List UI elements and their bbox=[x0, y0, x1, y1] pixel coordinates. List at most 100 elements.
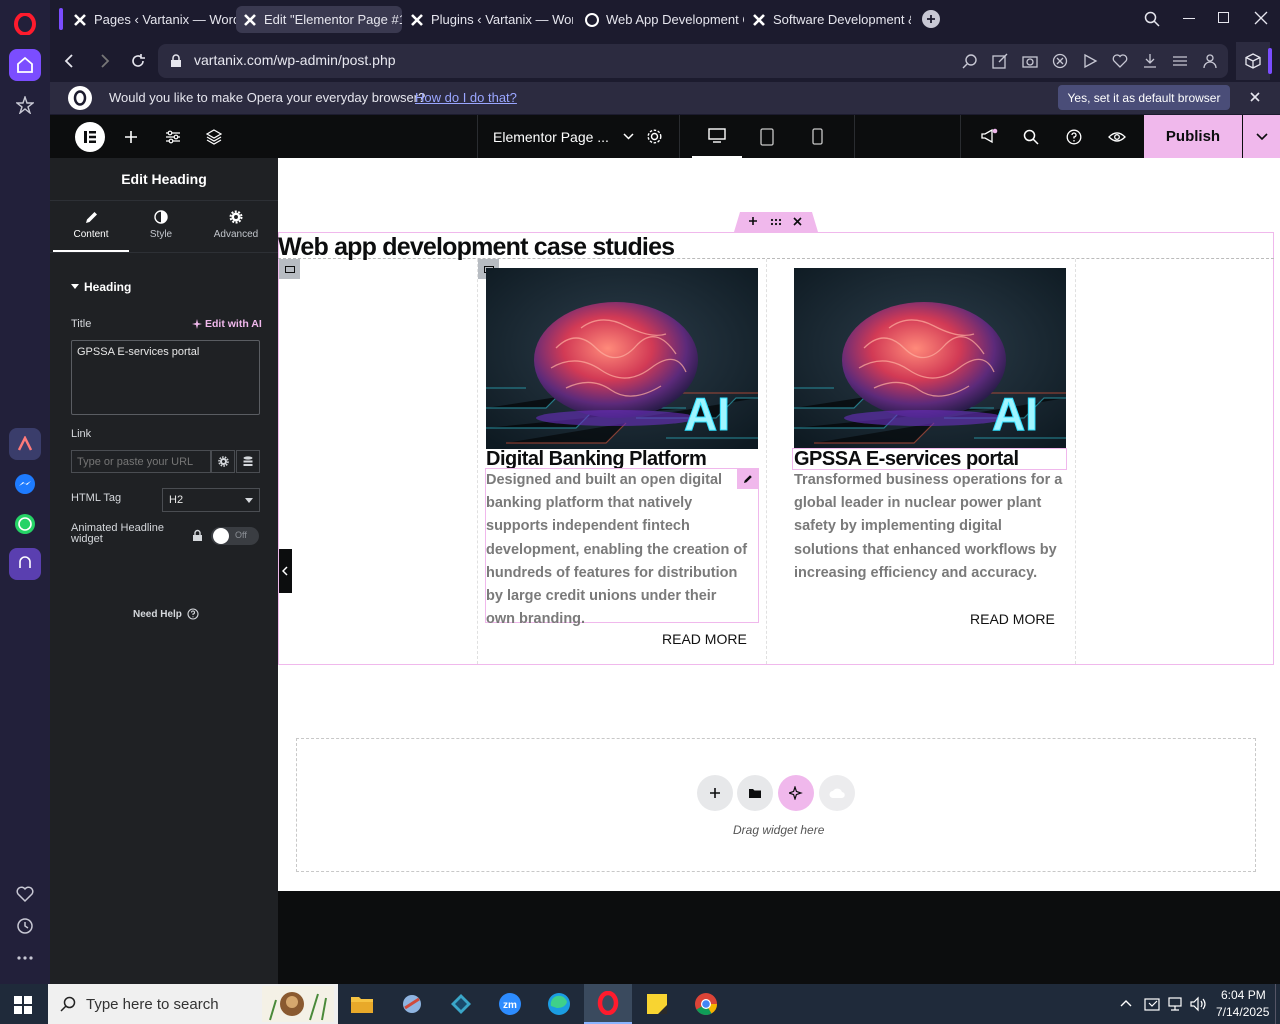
preview-eye-icon[interactable] bbox=[1106, 115, 1128, 158]
read-more-link[interactable]: READ MORE bbox=[662, 631, 747, 647]
address-search-icon[interactable] bbox=[962, 53, 978, 69]
help-question-icon[interactable] bbox=[1063, 115, 1085, 158]
messenger-icon[interactable] bbox=[9, 468, 41, 500]
add-element-icon[interactable] bbox=[120, 115, 142, 158]
tab-content[interactable]: Content bbox=[53, 208, 129, 252]
tray-app-icon[interactable] bbox=[1144, 996, 1160, 1012]
notifications-megaphone-icon[interactable] bbox=[978, 115, 1000, 158]
page-settings-gear-icon[interactable] bbox=[642, 115, 666, 158]
add-new-section-button[interactable] bbox=[697, 775, 733, 811]
profile-icon[interactable] bbox=[1202, 53, 1218, 69]
animated-headline-toggle[interactable]: Off bbox=[211, 527, 259, 545]
show-hidden-icons-chevron-icon[interactable] bbox=[1120, 999, 1132, 1007]
easy-setup-icon[interactable] bbox=[1172, 53, 1188, 69]
clock-date[interactable]: 7/14/2025 bbox=[1216, 1005, 1269, 1019]
adblock-icon[interactable] bbox=[1052, 53, 1068, 69]
play-icon[interactable] bbox=[1082, 53, 1098, 69]
extensions-icon[interactable] bbox=[1236, 42, 1270, 80]
clock-time[interactable]: 6:04 PM bbox=[1221, 988, 1266, 1002]
need-help-link[interactable]: Need Help bbox=[133, 608, 199, 620]
restore-button[interactable] bbox=[1218, 12, 1229, 23]
finder-search-icon[interactable] bbox=[1020, 115, 1042, 158]
show-desktop-button[interactable] bbox=[1275, 984, 1276, 1024]
add-section-icon[interactable] bbox=[748, 216, 758, 226]
tab-style[interactable]: Style bbox=[123, 208, 199, 252]
delete-section-icon[interactable] bbox=[793, 217, 802, 226]
taskbar-search-box[interactable]: Type here to search bbox=[48, 984, 338, 1024]
close-window-button[interactable] bbox=[1254, 11, 1268, 25]
heart-icon[interactable] bbox=[9, 878, 41, 910]
whatsapp-icon[interactable] bbox=[9, 508, 41, 540]
card-description: Designed and built an open digital banki… bbox=[486, 472, 748, 628]
prompt-help-link[interactable]: How do I do that? bbox=[415, 90, 517, 105]
set-default-button[interactable]: Yes, set it as default browser bbox=[1058, 85, 1230, 110]
link-url-input[interactable] bbox=[71, 450, 211, 473]
add-template-folder-icon[interactable] bbox=[737, 775, 773, 811]
app-diamond-icon[interactable] bbox=[437, 984, 485, 1024]
bookmark-heart-icon[interactable] bbox=[1112, 53, 1128, 69]
home-icon[interactable] bbox=[9, 49, 41, 81]
more-icon[interactable] bbox=[9, 942, 41, 974]
html-tag-label: HTML Tag bbox=[71, 492, 122, 504]
ai-generate-sparkle-icon[interactable] bbox=[778, 775, 814, 811]
cloud-templates-icon[interactable] bbox=[819, 775, 855, 811]
title-textarea[interactable]: GPSSA E-services portal bbox=[71, 340, 260, 415]
edge-browser-icon[interactable] bbox=[535, 984, 583, 1024]
tab-edit-elementor[interactable]: Edit "Elementor Page #10( bbox=[236, 6, 402, 33]
camera-icon[interactable] bbox=[1022, 53, 1038, 69]
elementor-logo-icon[interactable] bbox=[75, 122, 105, 152]
sticky-notes-icon[interactable] bbox=[633, 984, 681, 1024]
column-handle-icon[interactable] bbox=[279, 259, 300, 279]
music-player-icon[interactable] bbox=[9, 548, 41, 580]
minimize-button[interactable] bbox=[1183, 18, 1195, 19]
page-title-dropdown[interactable]: Elementor Page ... bbox=[493, 115, 634, 158]
new-tab-button[interactable] bbox=[922, 10, 940, 28]
prompt-close-icon[interactable] bbox=[1250, 92, 1260, 102]
file-explorer-icon[interactable] bbox=[338, 984, 386, 1024]
pinboard-icon[interactable] bbox=[9, 89, 41, 121]
download-icon[interactable] bbox=[1142, 53, 1158, 69]
aria-ai-icon[interactable] bbox=[9, 428, 41, 460]
forward-button[interactable] bbox=[98, 53, 112, 69]
tablet-view-icon[interactable] bbox=[755, 115, 779, 158]
canvas-footer bbox=[278, 891, 1280, 984]
windows-start-icon[interactable] bbox=[14, 996, 32, 1014]
section-heading-toggle[interactable]: Heading bbox=[71, 280, 131, 294]
tab-plugins[interactable]: Plugins ‹ Vartanix — Word bbox=[403, 6, 573, 33]
card-title-selected[interactable]: GPSSA E-services portal bbox=[794, 448, 1019, 471]
tab-search-icon[interactable] bbox=[1144, 11, 1160, 27]
edit-with-ai-button[interactable]: Edit with AI bbox=[192, 318, 262, 330]
tab-pages[interactable]: Pages ‹ Vartanix — WordP bbox=[66, 6, 236, 33]
dynamic-tags-icon[interactable] bbox=[236, 450, 260, 473]
drag-section-icon[interactable] bbox=[770, 218, 782, 226]
structure-layers-icon[interactable] bbox=[203, 115, 225, 158]
publish-button[interactable]: Publish bbox=[1144, 115, 1242, 158]
panel-title: Edit Heading bbox=[121, 171, 207, 187]
mobile-view-icon[interactable] bbox=[806, 115, 828, 158]
volume-icon[interactable] bbox=[1190, 996, 1208, 1012]
tab-label: Style bbox=[149, 229, 173, 240]
read-more-link[interactable]: READ MORE bbox=[970, 611, 1055, 627]
tab-software-dev[interactable]: Software Development & bbox=[745, 6, 911, 33]
back-button[interactable] bbox=[62, 53, 76, 69]
reload-button[interactable] bbox=[130, 53, 146, 69]
desktop-view-icon[interactable] bbox=[692, 115, 742, 158]
publish-options-chevron-icon[interactable] bbox=[1243, 115, 1280, 158]
network-icon[interactable] bbox=[1167, 996, 1183, 1012]
empty-section-dropzone[interactable] bbox=[296, 738, 1256, 872]
snipping-app-icon[interactable] bbox=[388, 984, 436, 1024]
tab-web-app-dev[interactable]: Web App Development Co bbox=[578, 6, 744, 33]
html-tag-select[interactable]: H2 bbox=[162, 488, 260, 512]
chrome-browser-icon[interactable] bbox=[682, 984, 730, 1024]
site-settings-icon[interactable] bbox=[162, 115, 184, 158]
section-handle[interactable] bbox=[734, 212, 818, 232]
zoom-app-icon[interactable]: zm bbox=[486, 984, 534, 1024]
opera-taskbar-icon[interactable] bbox=[584, 984, 632, 1024]
section-heading[interactable]: Web app development case studies bbox=[278, 233, 675, 262]
send-icon[interactable] bbox=[992, 53, 1008, 69]
tab-advanced[interactable]: Advanced bbox=[198, 208, 274, 252]
opera-logo-icon[interactable] bbox=[9, 8, 41, 40]
history-icon[interactable] bbox=[9, 910, 41, 942]
section-outline bbox=[278, 232, 1274, 665]
link-options-gear-icon[interactable] bbox=[211, 450, 235, 473]
